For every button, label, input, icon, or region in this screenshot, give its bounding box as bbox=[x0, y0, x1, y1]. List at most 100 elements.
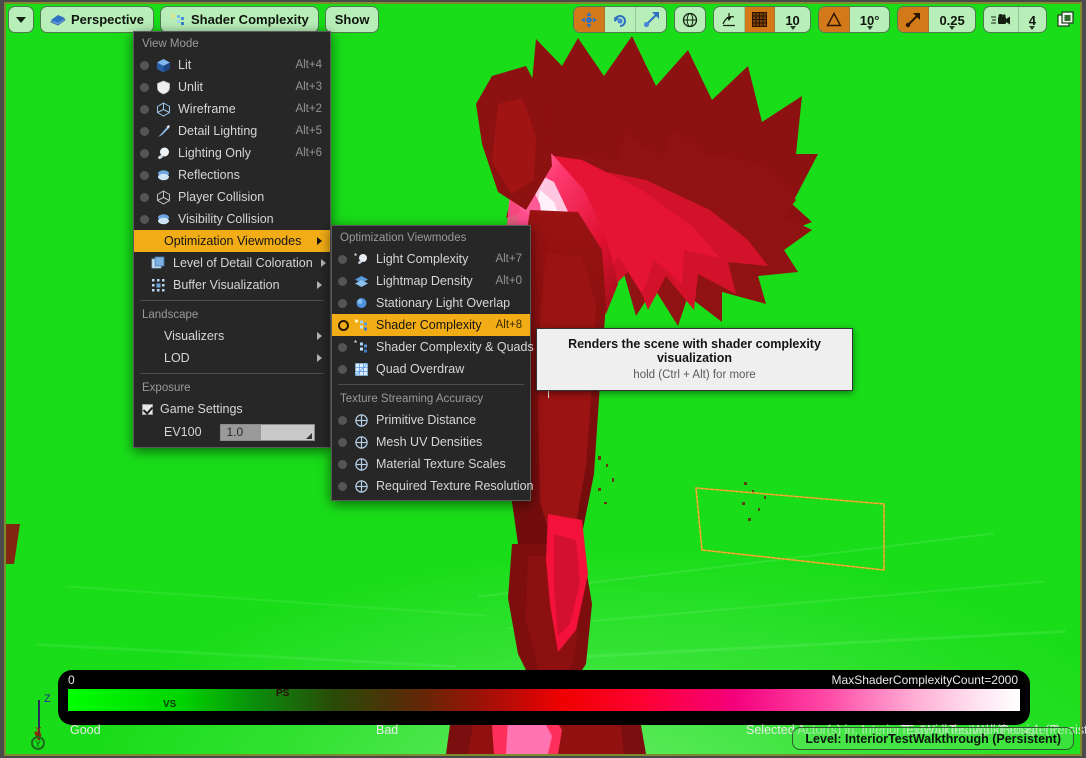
menu-item-lighting-only[interactable]: Lighting Only Alt+6 bbox=[134, 142, 330, 164]
radio-indicator bbox=[338, 438, 347, 447]
scale-snap-value[interactable]: 0.25 bbox=[929, 7, 974, 32]
menu-item-reflections[interactable]: Reflections bbox=[134, 164, 330, 186]
current-level-indicator[interactable]: Level: InteriorTestWalkthrough (Persiste… bbox=[792, 727, 1074, 750]
scale-snap-icon bbox=[905, 12, 921, 28]
menu-item-lod-coloration[interactable]: Level of Detail Coloration bbox=[134, 252, 330, 274]
menu-item-stationary-light-overlap[interactable]: Stationary Light Overlap bbox=[332, 292, 530, 314]
scale-mode-button[interactable] bbox=[636, 7, 666, 32]
radio-indicator-selected bbox=[338, 320, 349, 331]
menu-item-label: Mesh UV Densities bbox=[376, 435, 522, 449]
menu-item-visualizers[interactable]: Visualizers bbox=[134, 325, 330, 347]
menu-item-shortcut: Alt+6 bbox=[295, 147, 322, 159]
menu-item-shader-complexity-and-quads[interactable]: * Shader Complexity & Quads bbox=[332, 336, 530, 358]
viewport-toolbar-left: Perspective Shader Complexity Show bbox=[8, 6, 379, 33]
camera-mode-button[interactable]: Perspective bbox=[40, 6, 154, 33]
menu-separator bbox=[140, 300, 324, 301]
rotation-snap-toggle[interactable] bbox=[819, 7, 850, 32]
camera-speed-toggle[interactable] bbox=[984, 7, 1019, 32]
radio-indicator bbox=[338, 416, 347, 425]
menu-item-lightmap-density[interactable]: Lightmap Density Alt+0 bbox=[332, 270, 530, 292]
move-icon bbox=[581, 12, 597, 28]
menu-item-optimization-viewmodes[interactable]: Optimization Viewmodes bbox=[134, 230, 330, 252]
menu-item-light-complexity[interactable]: * Light Complexity Alt+7 bbox=[332, 248, 530, 270]
radio-indicator bbox=[338, 343, 347, 352]
camera-speed-value[interactable]: 4 bbox=[1019, 7, 1046, 32]
view-mode-button[interactable]: Shader Complexity bbox=[160, 6, 319, 33]
legend-bad-label: Bad bbox=[376, 723, 398, 737]
optimization-viewmodes-submenu[interactable]: Optimization Viewmodes * Light Complexit… bbox=[331, 225, 531, 501]
shader-complexity-quads-icon: * bbox=[352, 339, 370, 355]
radio-indicator bbox=[140, 149, 149, 158]
svg-text:*: * bbox=[354, 252, 357, 261]
radio-indicator bbox=[338, 365, 347, 374]
menu-item-label: Light Complexity bbox=[376, 252, 481, 266]
viewport-toolbar-right: 10 10° 0 bbox=[573, 6, 1078, 33]
chevron-down-icon bbox=[949, 26, 955, 30]
grid-snap-value[interactable]: 10 bbox=[775, 7, 809, 32]
detail-lighting-icon bbox=[154, 123, 172, 139]
selection-brush-outline[interactable] bbox=[694, 478, 890, 572]
perspective-icon bbox=[50, 13, 66, 27]
maximize-viewport-button[interactable] bbox=[1054, 8, 1078, 32]
ev100-label: EV100 bbox=[164, 425, 202, 439]
view-mode-label: Shader Complexity bbox=[191, 12, 309, 27]
menu-item-required-texture-resolution[interactable]: Required Texture Resolution bbox=[332, 475, 530, 497]
menu-item-label: Shader Complexity bbox=[376, 318, 482, 332]
rotate-mode-button[interactable] bbox=[605, 7, 636, 32]
menu-item-primitive-distance[interactable]: Primitive Distance bbox=[332, 409, 530, 431]
radio-indicator bbox=[140, 127, 149, 136]
menu-separator bbox=[338, 384, 524, 385]
menu-item-label: Lightmap Density bbox=[376, 274, 481, 288]
light-complexity-icon: * bbox=[352, 251, 370, 267]
menu-item-label: Shader Complexity & Quads bbox=[376, 340, 534, 354]
menu-item-label: Lighting Only bbox=[178, 146, 281, 160]
menu-item-game-settings[interactable]: Game Settings bbox=[134, 398, 330, 420]
menu-item-label: Visibility Collision bbox=[178, 212, 308, 226]
chevron-right-icon bbox=[321, 259, 326, 267]
grid-snap-toggle[interactable] bbox=[745, 7, 775, 32]
blank-icon bbox=[140, 233, 158, 249]
ev100-slider[interactable]: 1.0 bbox=[220, 424, 315, 441]
camera-speed-group: 4 bbox=[983, 6, 1047, 33]
resize-grip-icon[interactable] bbox=[306, 433, 312, 439]
surface-snap-toggle[interactable] bbox=[714, 7, 745, 32]
world-coordinate-toggle[interactable] bbox=[675, 7, 705, 32]
texture-accuracy-icon bbox=[352, 434, 370, 450]
submenu-section-texture-streaming: Texture Streaming Accuracy bbox=[332, 389, 530, 409]
scale-snap-toggle[interactable] bbox=[898, 7, 929, 32]
menu-item-label: Reflections bbox=[178, 168, 308, 182]
menu-item-visibility-collision[interactable]: Visibility Collision bbox=[134, 208, 330, 230]
menu-item-quad-overdraw[interactable]: Quad Overdraw bbox=[332, 358, 530, 380]
menu-separator bbox=[140, 373, 324, 374]
radio-indicator bbox=[140, 61, 149, 70]
menu-item-player-collision[interactable]: Player Collision bbox=[134, 186, 330, 208]
checkbox-icon[interactable] bbox=[142, 404, 153, 415]
menu-item-lod[interactable]: LOD bbox=[134, 347, 330, 369]
axis-label-x: X bbox=[35, 726, 42, 737]
menu-item-detail-lighting[interactable]: Detail Lighting Alt+5 bbox=[134, 120, 330, 142]
menu-item-lit[interactable]: Lit Alt+4 bbox=[134, 54, 330, 76]
camera-mode-label: Perspective bbox=[71, 12, 144, 27]
menu-item-label: Game Settings bbox=[160, 402, 322, 416]
viewport-options-dropdown[interactable] bbox=[8, 6, 34, 33]
menu-item-label: Wireframe bbox=[178, 102, 281, 116]
submenu-section-title: Optimization Viewmodes bbox=[332, 228, 530, 248]
menu-item-material-texture-scales[interactable]: Material Texture Scales bbox=[332, 453, 530, 475]
show-flags-button[interactable]: Show bbox=[325, 6, 380, 33]
scale-icon bbox=[643, 12, 659, 28]
svg-text:*: * bbox=[354, 340, 357, 348]
menu-item-unlit[interactable]: Unlit Alt+3 bbox=[134, 76, 330, 98]
scale-snap-group: 0.25 bbox=[897, 6, 975, 33]
menu-item-shader-complexity[interactable]: Shader Complexity Alt+8 bbox=[332, 314, 530, 336]
chevron-down-icon bbox=[867, 26, 873, 30]
radio-indicator bbox=[338, 277, 347, 286]
view-mode-menu[interactable]: View Mode Lit Alt+4 Unlit Alt+3 bbox=[133, 31, 331, 448]
menu-item-mesh-uv-densities[interactable]: Mesh UV Densities bbox=[332, 431, 530, 453]
tooltip-subtitle: hold (Ctrl + Alt) for more bbox=[547, 369, 842, 381]
menu-item-buffer-visualization[interactable]: Buffer Visualization bbox=[134, 274, 330, 296]
translate-mode-button[interactable] bbox=[574, 7, 605, 32]
menu-item-wireframe[interactable]: Wireframe Alt+2 bbox=[134, 98, 330, 120]
maximize-icon bbox=[1057, 11, 1075, 29]
rotation-snap-value[interactable]: 10° bbox=[850, 7, 890, 32]
menu-item-label: Material Texture Scales bbox=[376, 457, 522, 471]
